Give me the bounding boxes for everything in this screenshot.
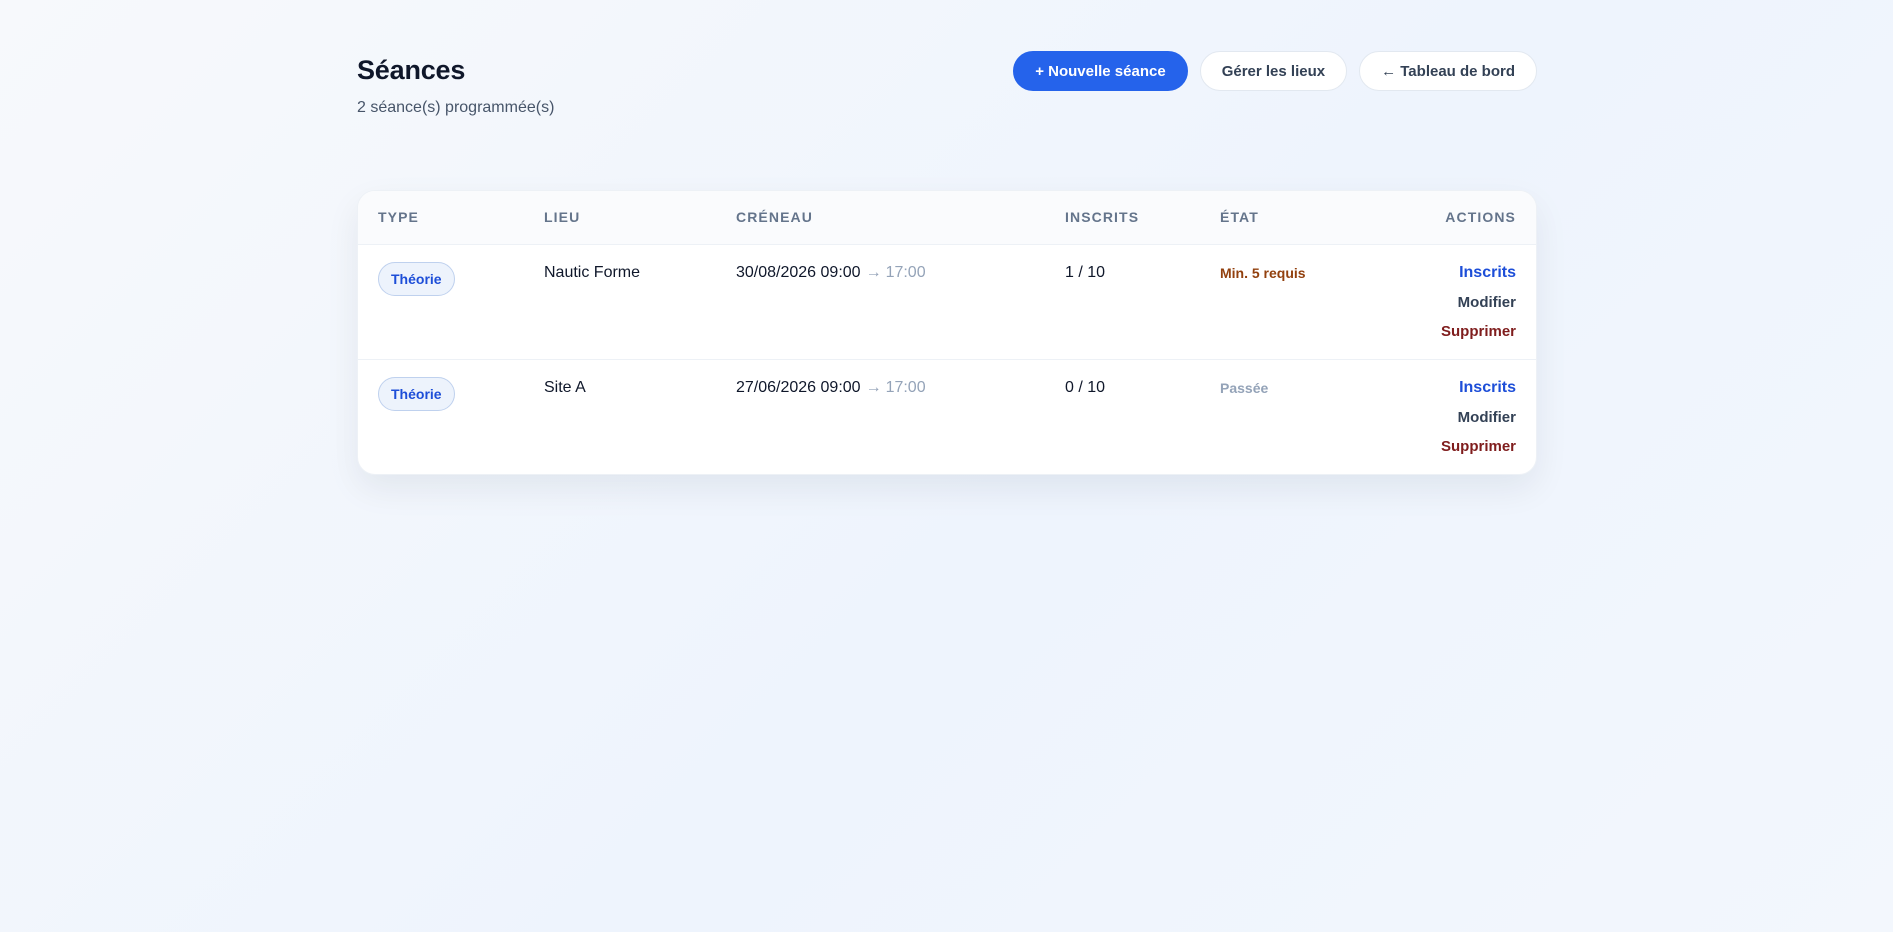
title-block: Séances 2 séance(s) programmée(s): [357, 50, 554, 118]
inscrits-link[interactable]: Inscrits: [1375, 263, 1516, 283]
page-header: Séances 2 séance(s) programmée(s) + Nouv…: [357, 50, 1537, 140]
table-header: TYPE LIEU CRÉNEAU INSCRITS ÉTAT ACTIONS: [358, 191, 1536, 245]
page-container: Séances 2 séance(s) programmée(s) + Nouv…: [357, 50, 1537, 475]
inscrits-link[interactable]: Inscrits: [1375, 378, 1516, 398]
column-header-inscrits: INSCRITS: [1045, 191, 1200, 245]
sessions-table: TYPE LIEU CRÉNEAU INSCRITS ÉTAT ACTIONS …: [358, 191, 1536, 474]
dashboard-button[interactable]: ← Tableau de bord: [1359, 51, 1537, 91]
status-badge: Min. 5 requis: [1220, 264, 1306, 281]
table-row: Théorie Site A 27/06/2026 09:00 → 17:00 0 …: [358, 358, 1536, 474]
cell-actions: Inscrits Modifier Supprimer: [1355, 358, 1536, 474]
cell-etat: Passée: [1200, 358, 1355, 474]
sessions-card: TYPE LIEU CRÉNEAU INSCRITS ÉTAT ACTIONS …: [357, 190, 1537, 475]
supprimer-link[interactable]: Supprimer: [1375, 322, 1516, 342]
cell-lieu: Nautic Forme: [544, 263, 641, 281]
slot-end: 17:00: [885, 263, 926, 281]
column-header-lieu: LIEU: [524, 191, 716, 245]
type-badge: Théorie: [378, 376, 455, 411]
column-header-actions: ACTIONS: [1355, 191, 1536, 245]
header-row: TYPE LIEU CRÉNEAU INSCRITS ÉTAT ACTIONS: [358, 191, 1536, 245]
cell-inscrits: 1 / 10: [1065, 263, 1106, 281]
modifier-link[interactable]: Modifier: [1375, 408, 1516, 428]
cell-lieu: Site A: [524, 358, 716, 474]
cell-creneau: 27/06/2026 09:00 → 17:00: [716, 358, 1045, 474]
slot-start: 30/08/2026 09:00: [736, 263, 861, 281]
cell-inscrits: 0 / 10: [1045, 358, 1200, 474]
arrow-right-icon: →: [865, 378, 882, 396]
modifier-link[interactable]: Modifier: [1375, 293, 1516, 313]
slot-start: 27/06/2026 09:00: [736, 378, 861, 396]
column-header-creneau: CRÉNEAU: [716, 191, 1045, 245]
supprimer-link[interactable]: Supprimer: [1375, 437, 1516, 457]
page-subtitle: 2 séance(s) programmée(s): [357, 99, 555, 116]
new-session-button[interactable]: + Nouvelle séance: [1013, 51, 1188, 91]
header-actions: + Nouvelle séance Gérer les lieux ← Tabl…: [1013, 50, 1537, 91]
column-header-etat: ÉTAT: [1200, 191, 1355, 245]
manage-places-button[interactable]: Gérer les lieux: [1199, 51, 1348, 91]
table-row: Théorie Nautic Forme 30/08/2026 09:00 → 17…: [358, 244, 1536, 359]
cell-type: Théorie: [358, 244, 524, 359]
type-badge: Théorie: [378, 261, 455, 296]
arrow-right-icon: →: [865, 263, 882, 281]
cell-etat: Min. 5 requis: [1200, 244, 1355, 359]
cell-type: Théorie: [358, 358, 524, 474]
table-body: Théorie Nautic Forme 30/08/2026 09:00 → 17…: [358, 244, 1536, 474]
page-title: Séances: [357, 55, 466, 85]
slot-end: 17:00: [885, 378, 926, 396]
cell-creneau: 30/08/2026 09:00 → 17:00: [716, 244, 1045, 359]
status-badge: Passée: [1220, 379, 1269, 396]
column-header-type: TYPE: [358, 191, 524, 245]
cell-actions: Inscrits Modifier Supprimer: [1355, 244, 1536, 359]
